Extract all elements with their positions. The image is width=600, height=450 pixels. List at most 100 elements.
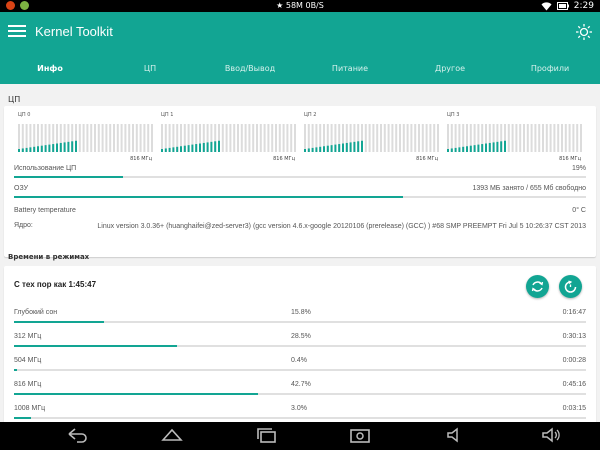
cpu-bar-bg — [263, 124, 266, 152]
refresh-button[interactable] — [526, 275, 549, 298]
home-icon[interactable] — [160, 426, 184, 444]
cpu-bar-bg — [286, 124, 289, 152]
cpu-bar — [334, 144, 337, 152]
cpu-bar-bg — [399, 124, 401, 152]
cpu-bar-bg — [161, 124, 163, 152]
back-icon[interactable] — [65, 426, 89, 444]
cpu-bar — [454, 147, 457, 152]
sun-icon[interactable] — [575, 23, 593, 41]
volume-up-icon[interactable] — [540, 426, 564, 444]
state-time: 0:30:13 — [562, 333, 586, 340]
state-label: 504 МГц — [14, 357, 42, 364]
cpu-bar-bg — [139, 124, 142, 152]
cpu-bar-bg — [94, 124, 96, 152]
cpu-bar — [29, 147, 32, 152]
cpu-bar — [206, 142, 209, 152]
content-area: ЦП ЦП 0 816 МГц ЦП 1 816 МГц ЦП 2 816 МГ… — [0, 84, 600, 422]
cpu-bar — [71, 141, 74, 152]
cpu-bar-bg — [21, 124, 24, 152]
cpu-bar-bg — [542, 124, 544, 152]
battery-icon — [556, 2, 569, 10]
state-percent: 3.0% — [291, 405, 307, 412]
state-bar — [14, 345, 586, 347]
cpu-bar-bg — [364, 124, 367, 152]
cpu-bar-bg — [530, 124, 533, 152]
cpu-bar-bg — [18, 124, 20, 152]
cpu-usage-bars — [18, 124, 153, 152]
cpu-bar-bg — [252, 124, 255, 152]
cpu-usage-bars — [304, 124, 439, 152]
cpu-bar — [496, 141, 499, 152]
cpu-bar-bg — [101, 124, 104, 152]
cpu-bar-bg — [244, 124, 247, 152]
cpu-bar-bg — [278, 124, 281, 152]
cpu-bar-bg — [553, 124, 556, 152]
state-bar — [14, 417, 586, 419]
cpu-bar — [75, 140, 77, 152]
cpu-bar-bg — [557, 124, 560, 152]
progress-fill — [14, 176, 123, 178]
cpu-bar — [492, 142, 495, 152]
recents-icon[interactable] — [255, 426, 279, 444]
cpu-bar — [462, 146, 465, 152]
reset-button[interactable] — [559, 275, 582, 298]
cpu-bar — [25, 147, 28, 152]
cpu-bar — [466, 146, 468, 152]
cpu-bar-bg — [109, 124, 112, 152]
cpu-bar-bg — [248, 124, 251, 152]
navigation-bar — [0, 422, 600, 450]
status-bar: ★ 58M 0B/S 2:29 — [0, 0, 600, 12]
cpu-usage-value: 19% — [571, 165, 586, 172]
cpu-bar — [214, 141, 217, 152]
cpu-bar — [18, 149, 20, 152]
cpu-bar-bg — [418, 124, 420, 152]
cpu-bar — [21, 148, 24, 152]
cpu-bar-bg — [237, 124, 239, 152]
cpu-bar-bg — [383, 124, 386, 152]
cpu-bar-bg — [168, 124, 171, 152]
cpu-graph: ЦП 2 816 МГц — [300, 112, 440, 162]
cpu-bar — [315, 147, 318, 152]
cpu-bar — [481, 144, 484, 152]
cpu-bar — [447, 149, 449, 152]
cpu-bar-bg — [151, 124, 153, 152]
cpu-bar-bg — [128, 124, 131, 152]
cpu-bar-bg — [132, 124, 134, 152]
progress-fill — [14, 417, 32, 419]
battery-temp-value: 0° C — [572, 207, 586, 214]
cpu-bar-bg — [538, 124, 541, 152]
cpu-bar — [187, 145, 190, 152]
cpu-bar — [176, 146, 179, 152]
cpu-usage-bar — [14, 176, 586, 178]
states-card: С тех пор как 1:45:47 Глубокий сон 15.8% 0… — [4, 266, 596, 422]
cpu-bar-bg — [256, 124, 258, 152]
cpu-bar-bg — [437, 124, 439, 152]
cpu-bar — [164, 148, 167, 152]
cpu-bar — [469, 145, 472, 152]
progress-fill — [14, 369, 17, 371]
cpu-bar-bg — [402, 124, 405, 152]
state-time: 0:45:16 — [562, 381, 586, 388]
cpu-graph: ЦП 1 816 МГц — [157, 112, 297, 162]
cpu-bar — [477, 144, 480, 152]
screenshot-icon[interactable] — [348, 426, 372, 444]
state-percent: 15.8% — [291, 309, 311, 316]
refresh-icon — [531, 281, 544, 292]
state-label: Глубокий сон — [14, 309, 58, 316]
state-bar — [14, 369, 586, 371]
cpu-bar-bg — [294, 124, 296, 152]
cpu-bar-bg — [259, 124, 262, 152]
volume-down-icon[interactable] — [444, 426, 468, 444]
cpu-bar-bg — [143, 124, 146, 152]
cpu-bar-bg — [450, 124, 453, 152]
cpu-bar-bg — [526, 124, 529, 152]
cpu-bar-bg — [282, 124, 285, 152]
cpu-bar-bg — [271, 124, 274, 152]
progress-fill — [14, 393, 259, 395]
cpu-bar-bg — [376, 124, 379, 152]
hamburger-menu-icon[interactable] — [8, 22, 26, 40]
cpu-bar — [500, 141, 503, 152]
kernel-label: Ядро: — [14, 222, 33, 229]
cpu-bar-bg — [225, 124, 228, 152]
cpu-bar-bg — [105, 124, 108, 152]
